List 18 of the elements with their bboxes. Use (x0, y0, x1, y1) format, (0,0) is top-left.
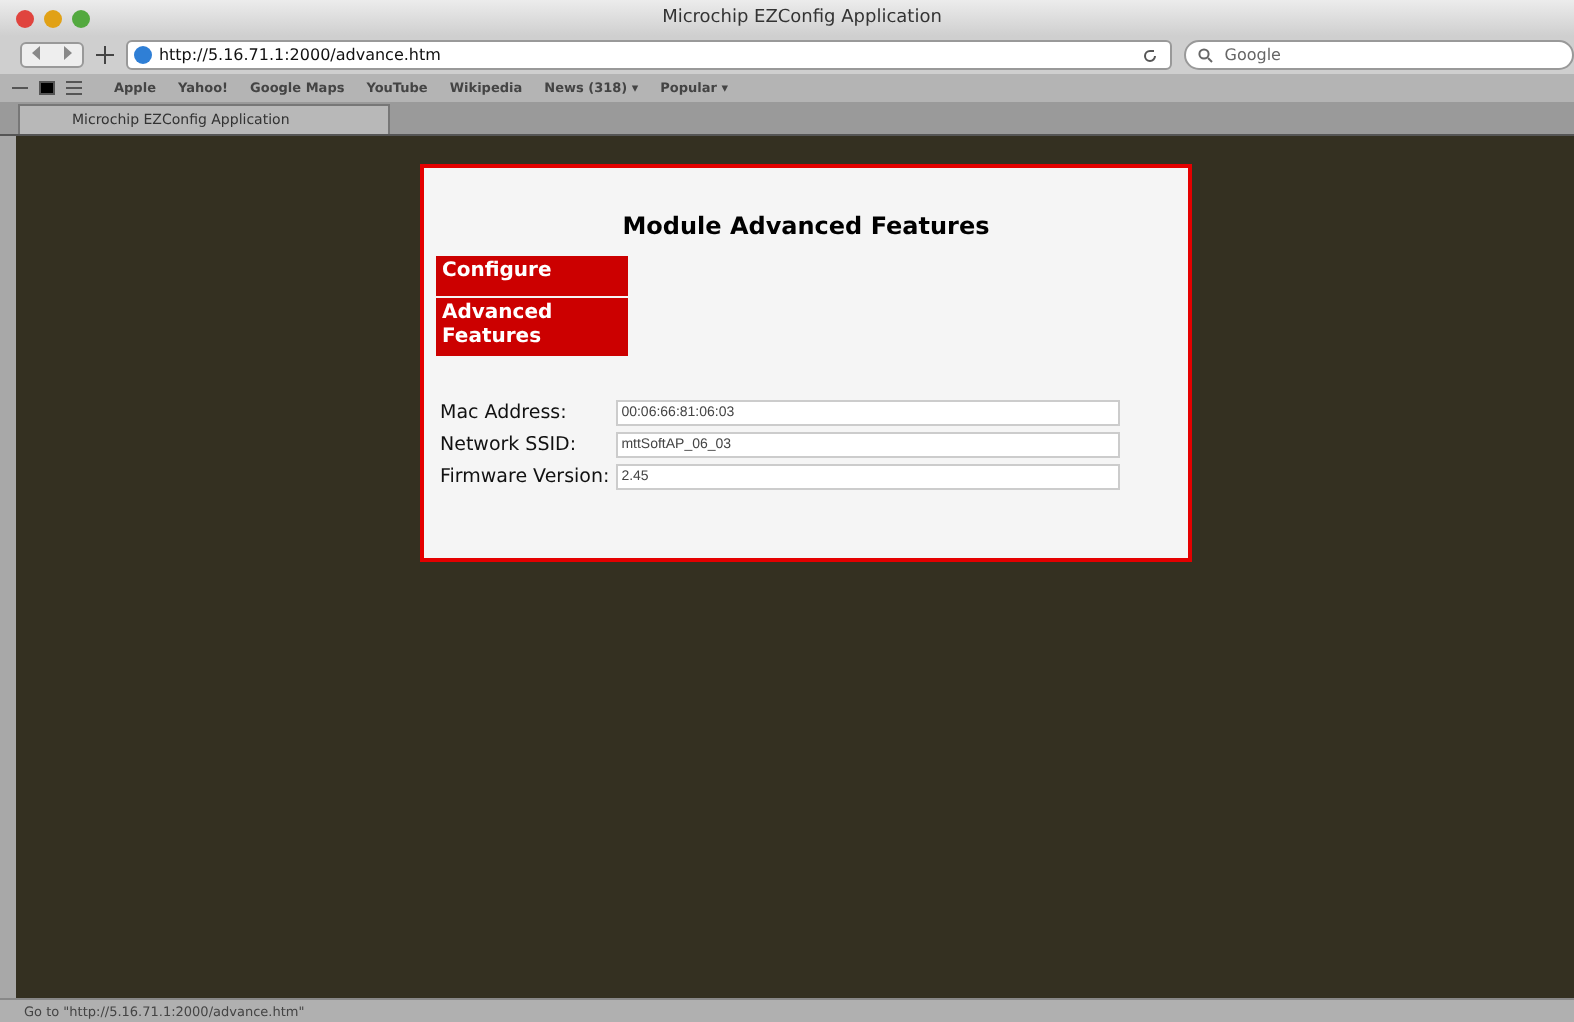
page-heading: Module Advanced Features (620, 212, 992, 240)
minimize-icon[interactable] (44, 9, 62, 27)
arrows-icon (30, 46, 75, 60)
address-field[interactable]: http://5.16.71.1:2000/advance.htm (126, 40, 1173, 70)
field-label: Firmware Version: (440, 466, 610, 488)
window-title: Microchip EZConfig Application (662, 8, 944, 28)
plus-icon (96, 45, 115, 63)
reload-icon[interactable] (1142, 47, 1159, 63)
zoom-icon[interactable] (72, 9, 90, 27)
close-icon[interactable] (16, 9, 34, 27)
back-forward-button[interactable] (20, 42, 85, 68)
search-field[interactable]: Google (1184, 40, 1574, 70)
menu-link[interactable]: Configure (436, 256, 628, 296)
field-label: Network SSID: (440, 434, 579, 456)
globe-icon (134, 46, 153, 64)
add-button[interactable] (96, 41, 115, 69)
menu-link[interactable]: Advanced Features (436, 298, 628, 356)
field-label: Mac Address: (440, 402, 569, 424)
